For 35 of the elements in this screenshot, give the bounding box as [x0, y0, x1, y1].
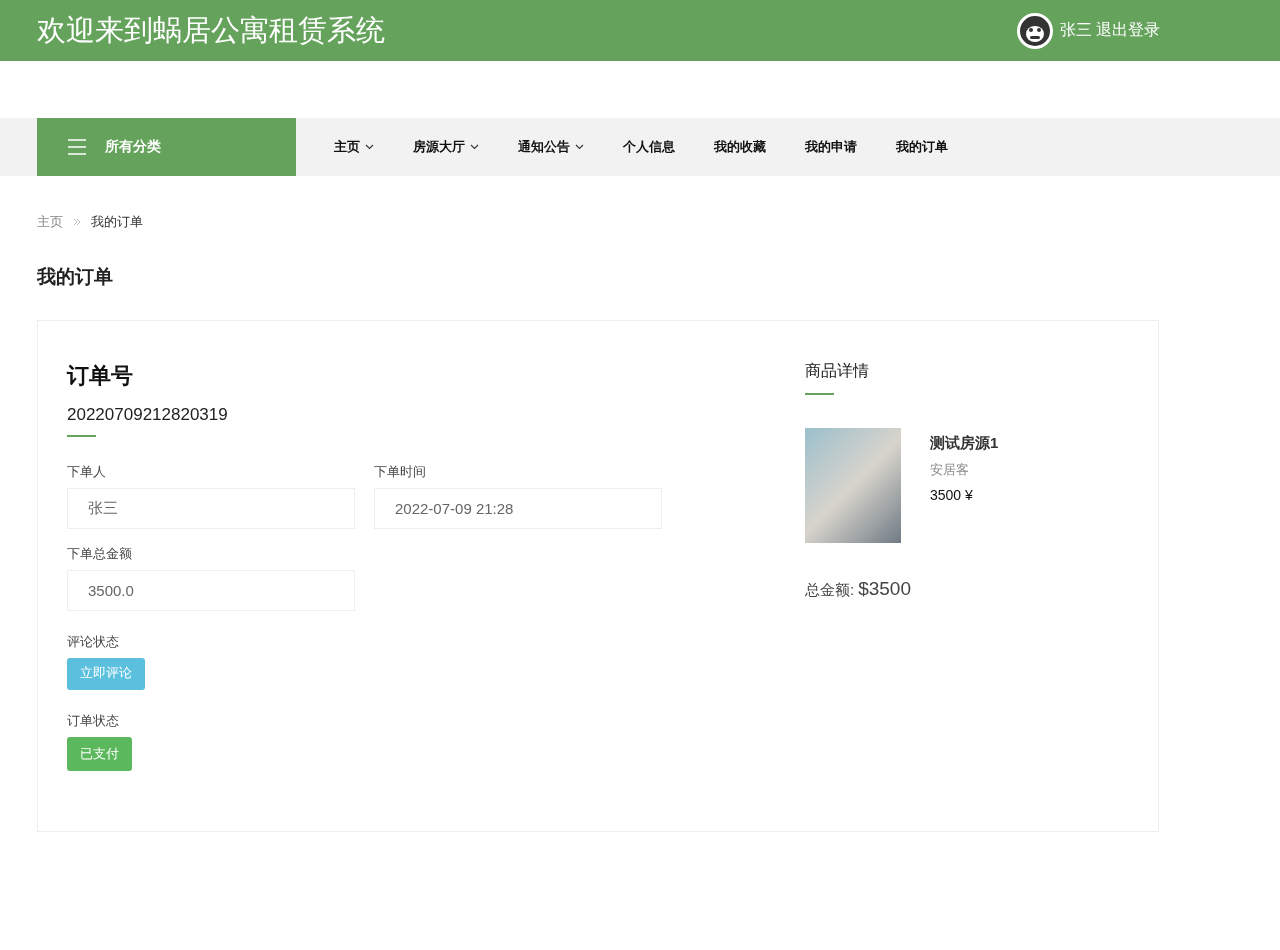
nav-link[interactable]: 通知公告: [518, 138, 584, 156]
product-price: 3500 ¥: [930, 487, 974, 503]
input-field[interactable]: 张三: [67, 488, 355, 529]
input-field[interactable]: 3500.0: [67, 570, 355, 611]
seller-name: 安居客: [930, 461, 970, 479]
input-field[interactable]: 2022-07-09 21:28: [374, 488, 662, 529]
accent-rule: [67, 435, 96, 437]
nav-link[interactable]: 房源大厅: [413, 138, 479, 156]
total-amount: $3500: [858, 578, 911, 600]
nav-link[interactable]: 我的收藏: [714, 138, 766, 156]
nav-link[interactable]: 我的订单: [896, 138, 948, 156]
product-name[interactable]: 测试房源1: [930, 434, 999, 453]
page-title: 我的订单: [37, 265, 114, 289]
breadcrumb-item[interactable]: 主页: [37, 213, 63, 231]
double-chevron-icon: [73, 218, 81, 226]
order-number: 20220709212820319: [67, 405, 229, 425]
nav-link[interactable]: 我的申请: [805, 138, 857, 156]
nav-link[interactable]: 个人信息: [623, 138, 675, 156]
site-title: 欢迎来到蜗居公寓租赁系统: [37, 12, 385, 48]
nav-link[interactable]: 主页: [334, 138, 374, 156]
field-label: 评论状态: [67, 633, 119, 651]
accent-rule: [805, 393, 834, 395]
chevron-down-icon: [575, 144, 584, 150]
chevron-down-icon: [365, 144, 374, 150]
total-label: 总金额:: [805, 581, 855, 600]
field-label: 下单总金额: [67, 545, 133, 563]
order-heading: 订单号: [67, 362, 134, 390]
field-label: 订单状态: [67, 712, 119, 730]
field-label: 下单时间: [374, 463, 427, 481]
avatar-icon: [1016, 11, 1054, 50]
section-heading: 商品详情: [805, 361, 870, 381]
breadcrumb-item: 我的订单: [91, 213, 143, 231]
menu-icon: [67, 139, 87, 155]
field-label: 下单人: [67, 463, 107, 481]
chevron-down-icon: [470, 144, 479, 150]
